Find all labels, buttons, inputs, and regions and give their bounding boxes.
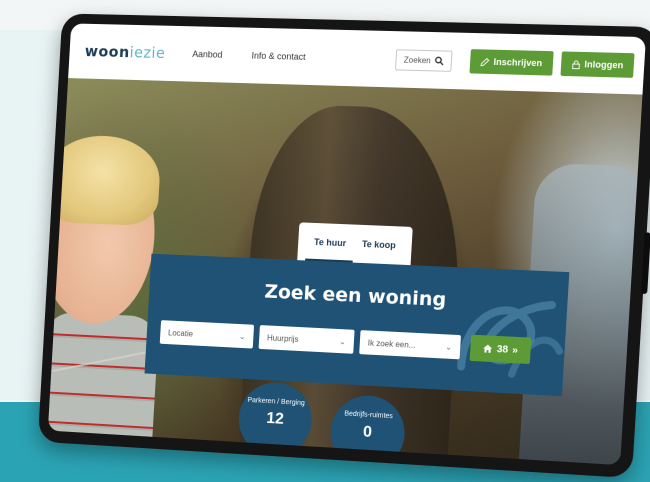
bubble-count: 0: [362, 423, 373, 442]
chevron-down-icon: ⌄: [339, 336, 347, 346]
rent-price-select[interactable]: Huurprijs ⌄: [258, 325, 355, 354]
show-results-button[interactable]: 38 »: [469, 334, 532, 364]
search-button-label: Zoeken: [403, 54, 432, 65]
login-button[interactable]: Inloggen: [559, 51, 635, 78]
login-button-label: Inloggen: [584, 59, 624, 71]
bubble-label: Parkeren / Berging: [247, 396, 305, 408]
chevron-down-icon: ⌄: [238, 331, 246, 341]
register-button[interactable]: Inschrijven: [469, 49, 554, 76]
location-select-label: Locatie: [167, 327, 194, 339]
logo-light-text: iezie: [129, 43, 166, 63]
child-hair: [47, 134, 163, 227]
hero-photo: Te huur Te koop Zoek een woning Locatie …: [47, 78, 646, 466]
nav-info-contact[interactable]: Info & contact: [251, 51, 306, 62]
register-button-label: Inschrijven: [493, 56, 543, 69]
main-nav: Aanbod Info & contact: [192, 49, 306, 62]
search-button[interactable]: Zoeken: [395, 48, 453, 72]
result-arrow: »: [511, 344, 519, 356]
bubble-count: 12: [265, 409, 285, 428]
home-icon: [482, 344, 493, 353]
child-shirt: [47, 311, 160, 466]
property-type-select[interactable]: Ik zoek een... ⌄: [359, 330, 461, 360]
lock-icon: [571, 59, 581, 68]
pencil-icon: [480, 57, 490, 66]
property-type-select-label: Ik zoek een...: [367, 338, 416, 350]
logo-main-text: woon: [84, 42, 131, 62]
tab-te-huur[interactable]: Te huur: [305, 228, 355, 264]
chevron-down-icon: ⌄: [445, 341, 453, 352]
tenure-tabs: Te huur Te koop: [297, 222, 413, 267]
search-panel: Zoek een woning Locatie ⌄ Huurprijs ⌄ Ik…: [144, 253, 570, 397]
search-title: Zoek een woning: [263, 280, 447, 312]
nav-aanbod[interactable]: Aanbod: [192, 49, 223, 60]
search-icon: [434, 56, 444, 65]
tab-te-koop[interactable]: Te koop: [353, 231, 405, 266]
tablet-device: Te huur Te koop Zoek een woning Locatie …: [37, 13, 650, 479]
bubble-label: Bedrijfs-ruimtes: [344, 410, 394, 421]
rent-price-select-label: Huurprijs: [266, 332, 299, 344]
site-logo[interactable]: wooniezie: [84, 42, 166, 62]
tablet-screen: Te huur Te koop Zoek een woning Locatie …: [47, 23, 646, 466]
location-select[interactable]: Locatie ⌄: [159, 320, 255, 349]
result-count: 38: [496, 343, 509, 356]
